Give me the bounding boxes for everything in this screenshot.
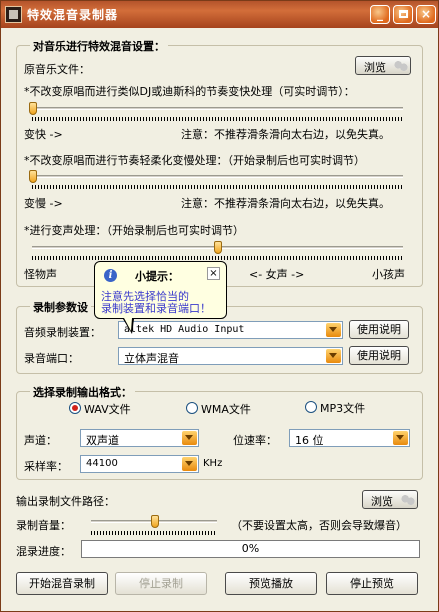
source-browse-button[interactable]: 浏览 — [355, 56, 411, 75]
output-format-title: 选择录制输出格式： — [30, 384, 135, 400]
pitch-slider-ticks — [32, 256, 403, 260]
bitrate-select[interactable]: 16 位 — [289, 429, 410, 447]
progress-label: 混录进度： — [16, 545, 71, 558]
maximize-icon — [398, 10, 408, 18]
chevron-down-icon[interactable] — [182, 457, 197, 471]
preview-stop-button[interactable]: 停止预览 — [326, 572, 418, 595]
main-window: 特效混音录制器 _ × 对音乐进行特效混音设置： 原音乐文件： 浏览 *不改变原… — [0, 0, 439, 612]
samplerate-select-value: 44100 — [86, 458, 118, 469]
mix-progress-bar: 0% — [81, 540, 420, 558]
tooltip-body: 注意先选择恰当的 录制装置和录音端口！ — [101, 291, 211, 315]
slow-note: 注意：不推荐滑条滑向太右边，以免失真。 — [181, 197, 390, 210]
stop-record-button[interactable]: 停止录制 — [115, 572, 207, 595]
progress-value: 0% — [241, 542, 260, 555]
title-bar[interactable]: 特效混音录制器 _ × — [1, 1, 438, 28]
port-help-button[interactable]: 使用说明 — [349, 346, 409, 365]
device-select-value: altek HD Audio Input — [124, 324, 245, 335]
app-icon — [5, 6, 22, 23]
device-select[interactable]: altek HD Audio Input — [118, 321, 343, 339]
minimize-button[interactable]: _ — [370, 5, 390, 24]
channel-select[interactable]: 双声道 — [80, 429, 199, 447]
chevron-down-icon[interactable] — [326, 323, 341, 337]
output-browse-label: 浏览 — [371, 495, 393, 508]
bitrate-select-value: 16 位 — [295, 434, 324, 447]
radio-wav-label[interactable]: WAV文件 — [84, 401, 131, 417]
chevron-down-icon[interactable] — [182, 431, 197, 445]
slow-description: *不改变原唱而进行节奏轻柔化变慢处理：（开始录制后也可实时调节） — [24, 154, 365, 167]
chevron-down-icon[interactable] — [326, 349, 341, 363]
tempo-slider-ticks — [32, 117, 403, 121]
device-help-button[interactable]: 使用说明 — [349, 320, 409, 339]
tempo-note: 注意：不推荐滑条滑向太右边，以免失真。 — [181, 128, 390, 141]
channel-select-value: 双声道 — [86, 434, 119, 447]
port-select[interactable]: 立体声混音 — [118, 347, 343, 365]
tooltip-line-2: 录制装置和录音端口！ — [101, 302, 211, 315]
radio-mp3-label[interactable]: MP3文件 — [320, 400, 365, 416]
source-file-label: 原音乐文件： — [24, 63, 90, 76]
tempo-slider-thumb[interactable] — [29, 102, 37, 115]
browse-deco-icon — [401, 494, 415, 506]
slow-left-label: 变慢 -> — [24, 197, 63, 210]
info-icon: i — [104, 269, 117, 282]
volume-slider-ticks — [91, 531, 217, 535]
browse-deco-icon — [394, 60, 408, 72]
slow-slider-ticks — [32, 185, 403, 189]
bitrate-label: 位速率： — [233, 434, 277, 447]
record-params-title: 录制参数设 — [30, 299, 91, 315]
radio-mp3[interactable] — [305, 401, 317, 413]
pitch-mid-label: <- 女声 -> — [249, 268, 305, 281]
pitch-description: *进行变声处理：（开始录制后也可实时调节） — [24, 224, 244, 237]
port-label: 录音端口： — [24, 352, 79, 365]
output-browse-button[interactable]: 浏览 — [362, 490, 418, 509]
window-title: 特效混音录制器 — [27, 8, 119, 22]
volume-label: 录制音量： — [16, 519, 71, 532]
radio-wav[interactable] — [69, 402, 81, 414]
tooltip-close-button[interactable]: × — [207, 267, 220, 280]
volume-note: （不要设置太高，否则会导致爆音） — [231, 519, 407, 532]
effects-group-title: 对音乐进行特效混音设置： — [30, 38, 168, 54]
volume-slider-thumb[interactable] — [151, 515, 159, 528]
samplerate-label: 采样率： — [24, 460, 68, 473]
slow-slider-track[interactable] — [32, 175, 403, 178]
source-browse-label: 浏览 — [364, 61, 386, 74]
tempo-slider-track[interactable] — [32, 107, 403, 110]
tempo-description: *不改变原唱而进行类似DJ或迪斯科的节奏变快处理（可实时调节）： — [24, 85, 355, 98]
maximize-button[interactable] — [393, 5, 413, 24]
pitch-slider-thumb[interactable] — [214, 241, 222, 254]
tempo-left-label: 变快 -> — [24, 128, 63, 141]
preview-play-button[interactable]: 预览播放 — [225, 572, 317, 595]
close-button[interactable]: × — [416, 5, 436, 24]
output-path-label: 输出录制文件路径： — [16, 495, 115, 508]
tooltip-tail-fill — [124, 318, 132, 331]
pitch-right-label: 小孩声 — [372, 268, 405, 281]
channel-label: 声道： — [24, 434, 57, 447]
radio-wma[interactable] — [186, 402, 198, 414]
chevron-down-icon[interactable] — [393, 431, 408, 445]
samplerate-select[interactable]: 44100 — [80, 455, 199, 473]
samplerate-unit: KHz — [203, 458, 223, 469]
hint-tooltip: i 小提示： × 注意先选择恰当的 录制装置和录音端口！ — [94, 261, 227, 334]
start-record-button[interactable]: 开始混音录制 — [16, 572, 108, 595]
slow-slider-thumb[interactable] — [29, 170, 37, 183]
port-select-value: 立体声混音 — [124, 352, 179, 365]
pitch-left-label: 怪物声 — [24, 268, 57, 281]
device-label: 音频录制装置： — [24, 326, 101, 339]
radio-wma-label[interactable]: WMA文件 — [201, 401, 251, 417]
tooltip-title: 小提示： — [135, 270, 179, 283]
